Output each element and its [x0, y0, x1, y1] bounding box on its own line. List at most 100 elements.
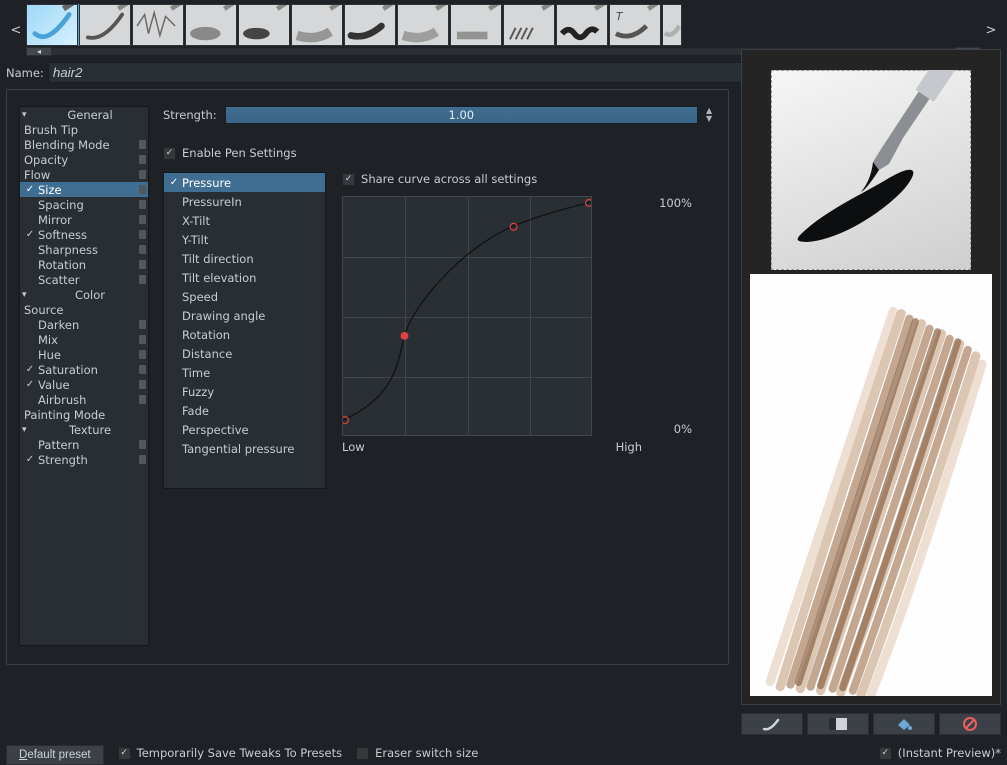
category-header[interactable]: ▾Color: [20, 287, 148, 302]
eraser-switch-label: Eraser switch size: [375, 746, 478, 760]
lock-icon: [139, 170, 146, 179]
category-item[interactable]: Pattern: [20, 437, 148, 452]
stroke-preview: [750, 274, 992, 696]
share-curve-checkbox[interactable]: ✓: [342, 173, 355, 186]
category-item[interactable]: Mix: [20, 332, 148, 347]
instant-preview-checkbox[interactable]: ✓: [879, 747, 892, 760]
curve-editor[interactable]: [342, 196, 592, 436]
brush-thumb[interactable]: [450, 4, 502, 46]
temp-save-checkbox[interactable]: ✓: [118, 747, 131, 760]
category-item[interactable]: Hue: [20, 347, 148, 362]
category-item[interactable]: ✓Strength: [20, 452, 148, 467]
scrollbar-left[interactable]: ◂: [26, 47, 52, 56]
dynamics-item[interactable]: Fuzzy: [164, 382, 325, 401]
svg-text:T: T: [616, 11, 624, 23]
lock-icon: [139, 380, 146, 389]
category-item[interactable]: ✓Size: [20, 182, 148, 197]
lock-icon: [139, 350, 146, 359]
category-item[interactable]: Mirror: [20, 212, 148, 227]
category-item[interactable]: ✓Softness: [20, 227, 148, 242]
dynamics-item[interactable]: Drawing angle: [164, 306, 325, 325]
dynamics-item[interactable]: Tilt elevation: [164, 268, 325, 287]
dynamics-item[interactable]: Perspective: [164, 420, 325, 439]
dynamics-item[interactable]: Rotation: [164, 325, 325, 344]
dynamics-item[interactable]: Fade: [164, 401, 325, 420]
category-item[interactable]: Brush Tip: [20, 122, 148, 137]
enable-pen-label: Enable Pen Settings: [182, 146, 297, 160]
default-preset-button[interactable]: Default preset: [6, 745, 104, 765]
preview-panel: [741, 49, 1001, 705]
brush-thumb[interactable]: [291, 4, 343, 46]
dynamics-item[interactable]: Distance: [164, 344, 325, 363]
brush-thumb[interactable]: [662, 4, 682, 46]
preview-clear-button[interactable]: [939, 713, 1001, 735]
dynamics-item[interactable]: Speed: [164, 287, 325, 306]
dynamics-item[interactable]: Time: [164, 363, 325, 382]
strength-slider[interactable]: 1.00: [225, 106, 698, 124]
lock-icon: [139, 440, 146, 449]
temp-save-label: Temporarily Save Tweaks To Presets: [137, 746, 343, 760]
lock-icon: [139, 245, 146, 254]
eraser-switch-checkbox[interactable]: [356, 747, 369, 760]
category-item[interactable]: Airbrush: [20, 392, 148, 407]
category-item[interactable]: Opacity: [20, 152, 148, 167]
category-item[interactable]: Darken: [20, 317, 148, 332]
lock-icon: [139, 395, 146, 404]
brush-strip-next[interactable]: >: [981, 23, 1001, 38]
brush-strip-prev[interactable]: <: [6, 23, 26, 38]
brush-thumb[interactable]: [132, 4, 184, 46]
strength-spinner[interactable]: ▲▼: [706, 108, 716, 123]
dynamics-item[interactable]: X-Tilt: [164, 211, 325, 230]
lock-icon: [139, 260, 146, 269]
lock-icon: [139, 320, 146, 329]
brush-thumb[interactable]: [185, 4, 237, 46]
category-item[interactable]: Spacing: [20, 197, 148, 212]
lock-icon: [139, 155, 146, 164]
brush-thumb[interactable]: [397, 4, 449, 46]
dynamics-list: ✓PressurePressureInX-TiltY-TiltTilt dire…: [163, 172, 326, 489]
preview-brush-button[interactable]: [741, 713, 803, 735]
lock-icon: [139, 200, 146, 209]
brush-thumb[interactable]: [344, 4, 396, 46]
category-item[interactable]: Flow: [20, 167, 148, 182]
lock-icon: [139, 140, 146, 149]
category-tree: ▾GeneralBrush TipBlending ModeOpacityFlo…: [19, 106, 149, 646]
enable-pen-checkbox[interactable]: ✓: [163, 147, 176, 160]
instant-preview-label: (Instant Preview)*: [898, 746, 1001, 760]
category-item[interactable]: Scatter: [20, 272, 148, 287]
brush-thumb[interactable]: T: [609, 4, 661, 46]
brush-thumb[interactable]: [79, 4, 131, 46]
brush-editor-panel: ▾GeneralBrush TipBlending ModeOpacityFlo…: [6, 89, 729, 665]
brush-thumb[interactable]: [26, 4, 78, 46]
lock-icon: [139, 365, 146, 374]
brush-thumb[interactable]: [238, 4, 290, 46]
category-header[interactable]: ▾General: [20, 107, 148, 122]
dynamics-item[interactable]: PressureIn: [164, 192, 325, 211]
brush-thumbnails: T: [26, 4, 981, 46]
category-item[interactable]: Sharpness: [20, 242, 148, 257]
brush-thumb[interactable]: [503, 4, 555, 46]
preset-name-input[interactable]: [48, 62, 819, 83]
curve-high-label: High: [616, 440, 642, 454]
category-item[interactable]: ✓Saturation: [20, 362, 148, 377]
dynamics-item[interactable]: Y-Tilt: [164, 230, 325, 249]
lock-icon: [139, 455, 146, 464]
category-item[interactable]: Blending Mode: [20, 137, 148, 152]
category-item[interactable]: Rotation: [20, 257, 148, 272]
share-curve-label: Share curve across all settings: [361, 172, 537, 186]
category-item[interactable]: Source: [20, 302, 148, 317]
preview-fill-button[interactable]: [873, 713, 935, 735]
lock-icon: [139, 185, 146, 194]
preview-gradient-button[interactable]: [807, 713, 869, 735]
brush-thumb[interactable]: [556, 4, 608, 46]
category-item[interactable]: Painting Mode: [20, 407, 148, 422]
category-header[interactable]: ▾Texture: [20, 422, 148, 437]
lock-icon: [139, 215, 146, 224]
curve-100-label: 100%: [652, 196, 692, 210]
lock-icon: [139, 230, 146, 239]
dynamics-item[interactable]: Tangential pressure: [164, 439, 325, 458]
dynamics-item[interactable]: Tilt direction: [164, 249, 325, 268]
category-item[interactable]: ✓Value: [20, 377, 148, 392]
name-label: Name:: [6, 66, 44, 80]
dynamics-item[interactable]: ✓Pressure: [164, 173, 325, 192]
